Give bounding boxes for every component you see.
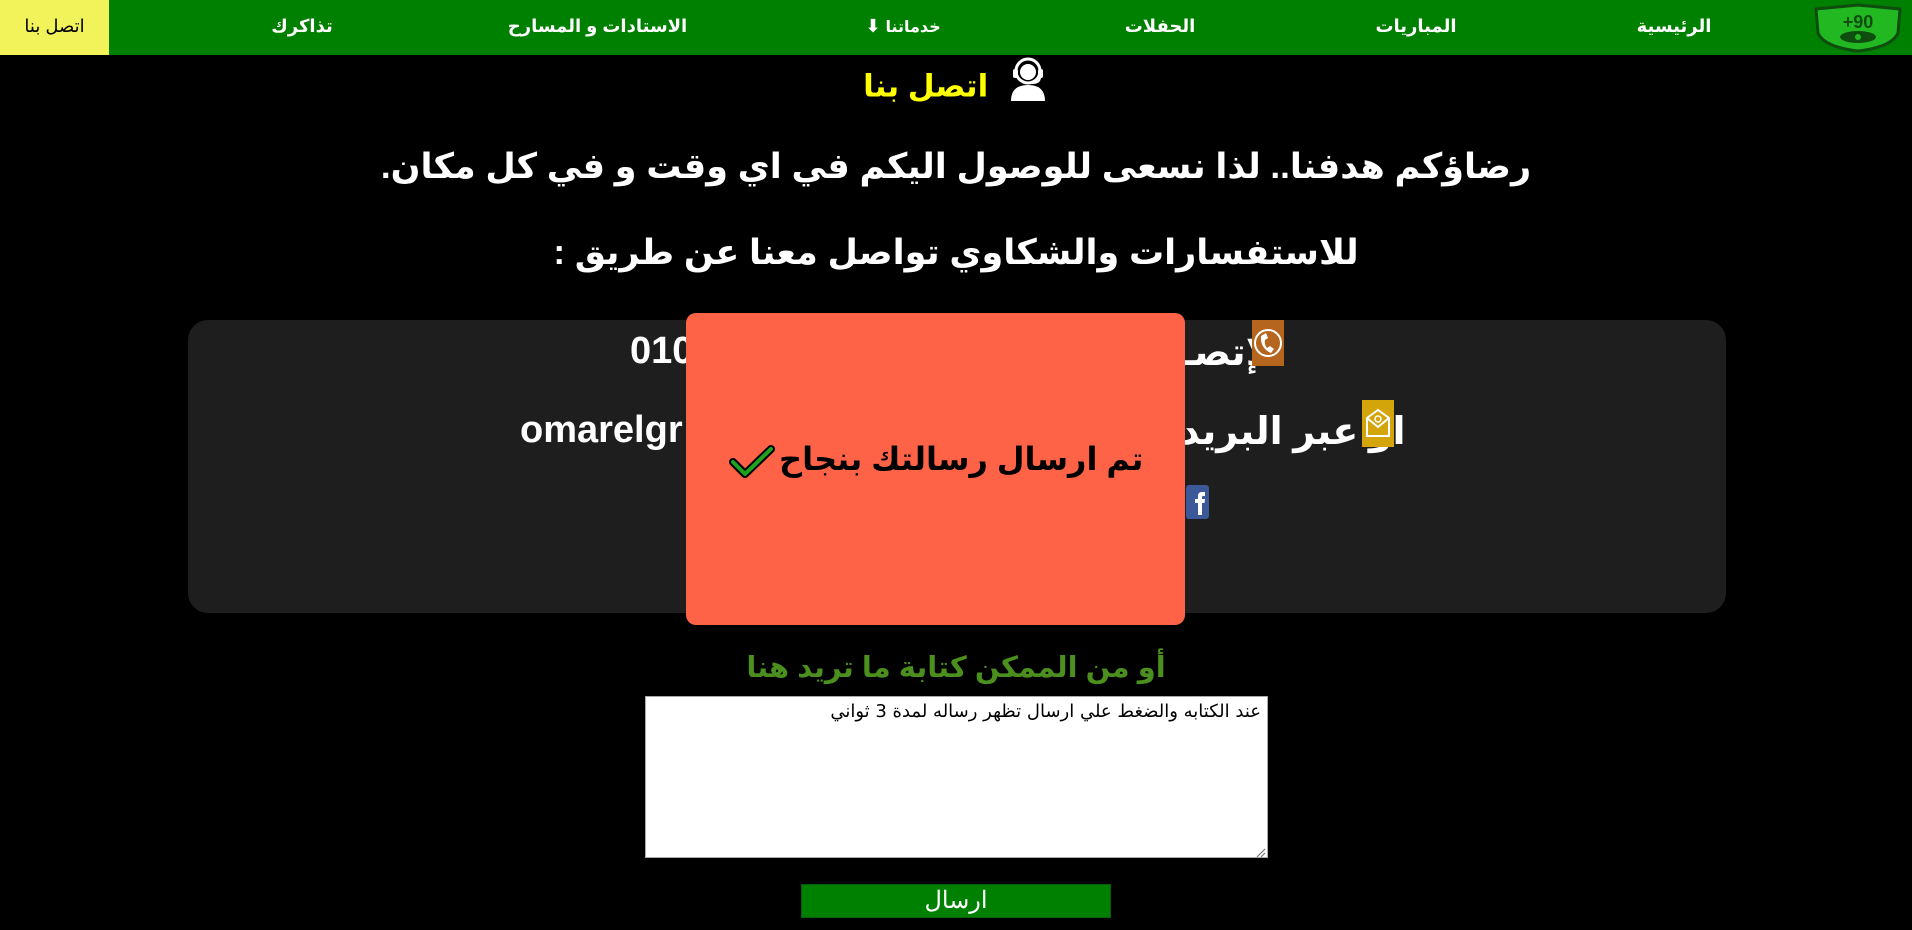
success-popup: تم ارسال رسالتك بنجاح <box>686 313 1185 625</box>
facebook-icon[interactable] <box>1186 485 1209 524</box>
nav-item-tickets[interactable]: تذاكرك <box>252 0 352 55</box>
support-headset-icon <box>1007 55 1049 122</box>
lead-line-goal: رضاؤكم هدفنا.. لذا نسعى للوصول اليكم في … <box>380 147 1532 186</box>
logo-text: +90 <box>1843 12 1874 32</box>
email-icon <box>1362 400 1394 452</box>
nav-item-services[interactable]: ⬇ خدماتنا <box>858 0 948 55</box>
nav-item-home[interactable]: الرئيسية <box>1632 0 1716 55</box>
phone-icon <box>1252 320 1284 371</box>
contact-title-text: اتصل بنا <box>863 68 989 104</box>
nav-item-services-label: خدماتنا <box>885 19 941 36</box>
resize-grip-icon[interactable] <box>1255 845 1266 863</box>
site-logo[interactable]: +90 <box>1812 3 1904 53</box>
nav-item-concerts[interactable]: الحفلات <box>1120 0 1200 55</box>
top-navbar: اتصل بنا تذاكرك الاستادات و المسارح ⬇ خد… <box>0 0 1912 55</box>
contact-page: اتصل بنا تذاكرك الاستادات و المسارح ⬇ خد… <box>0 0 1912 930</box>
phone-number: 010 <box>630 330 694 372</box>
nav-item-contact[interactable]: اتصل بنا <box>0 0 109 55</box>
email-value[interactable]: omarelgr <box>520 409 683 452</box>
arrow-down-icon: ⬇ <box>865 16 881 36</box>
nav-item-stadiums[interactable]: الاستادات و المسارح <box>500 0 695 55</box>
write-message-label: أو من الممكن كتابة ما تريد هنا <box>746 652 1166 684</box>
contact-title: اتصل بنا <box>0 55 1912 117</box>
lead-line-inquiries: للاستفسارات والشكاوي تواصل معنا عن طريق … <box>553 233 1359 272</box>
nav-item-matches[interactable]: المباريات <box>1373 0 1459 55</box>
send-button[interactable]: ارسال <box>801 884 1111 918</box>
message-textarea[interactable]: عند الكتابه والضغط علي ارسال تظهر رساله … <box>645 696 1268 858</box>
popup-message: تم ارسال رسالتك بنجاح <box>779 441 1144 477</box>
checkmark-icon <box>729 445 775 484</box>
